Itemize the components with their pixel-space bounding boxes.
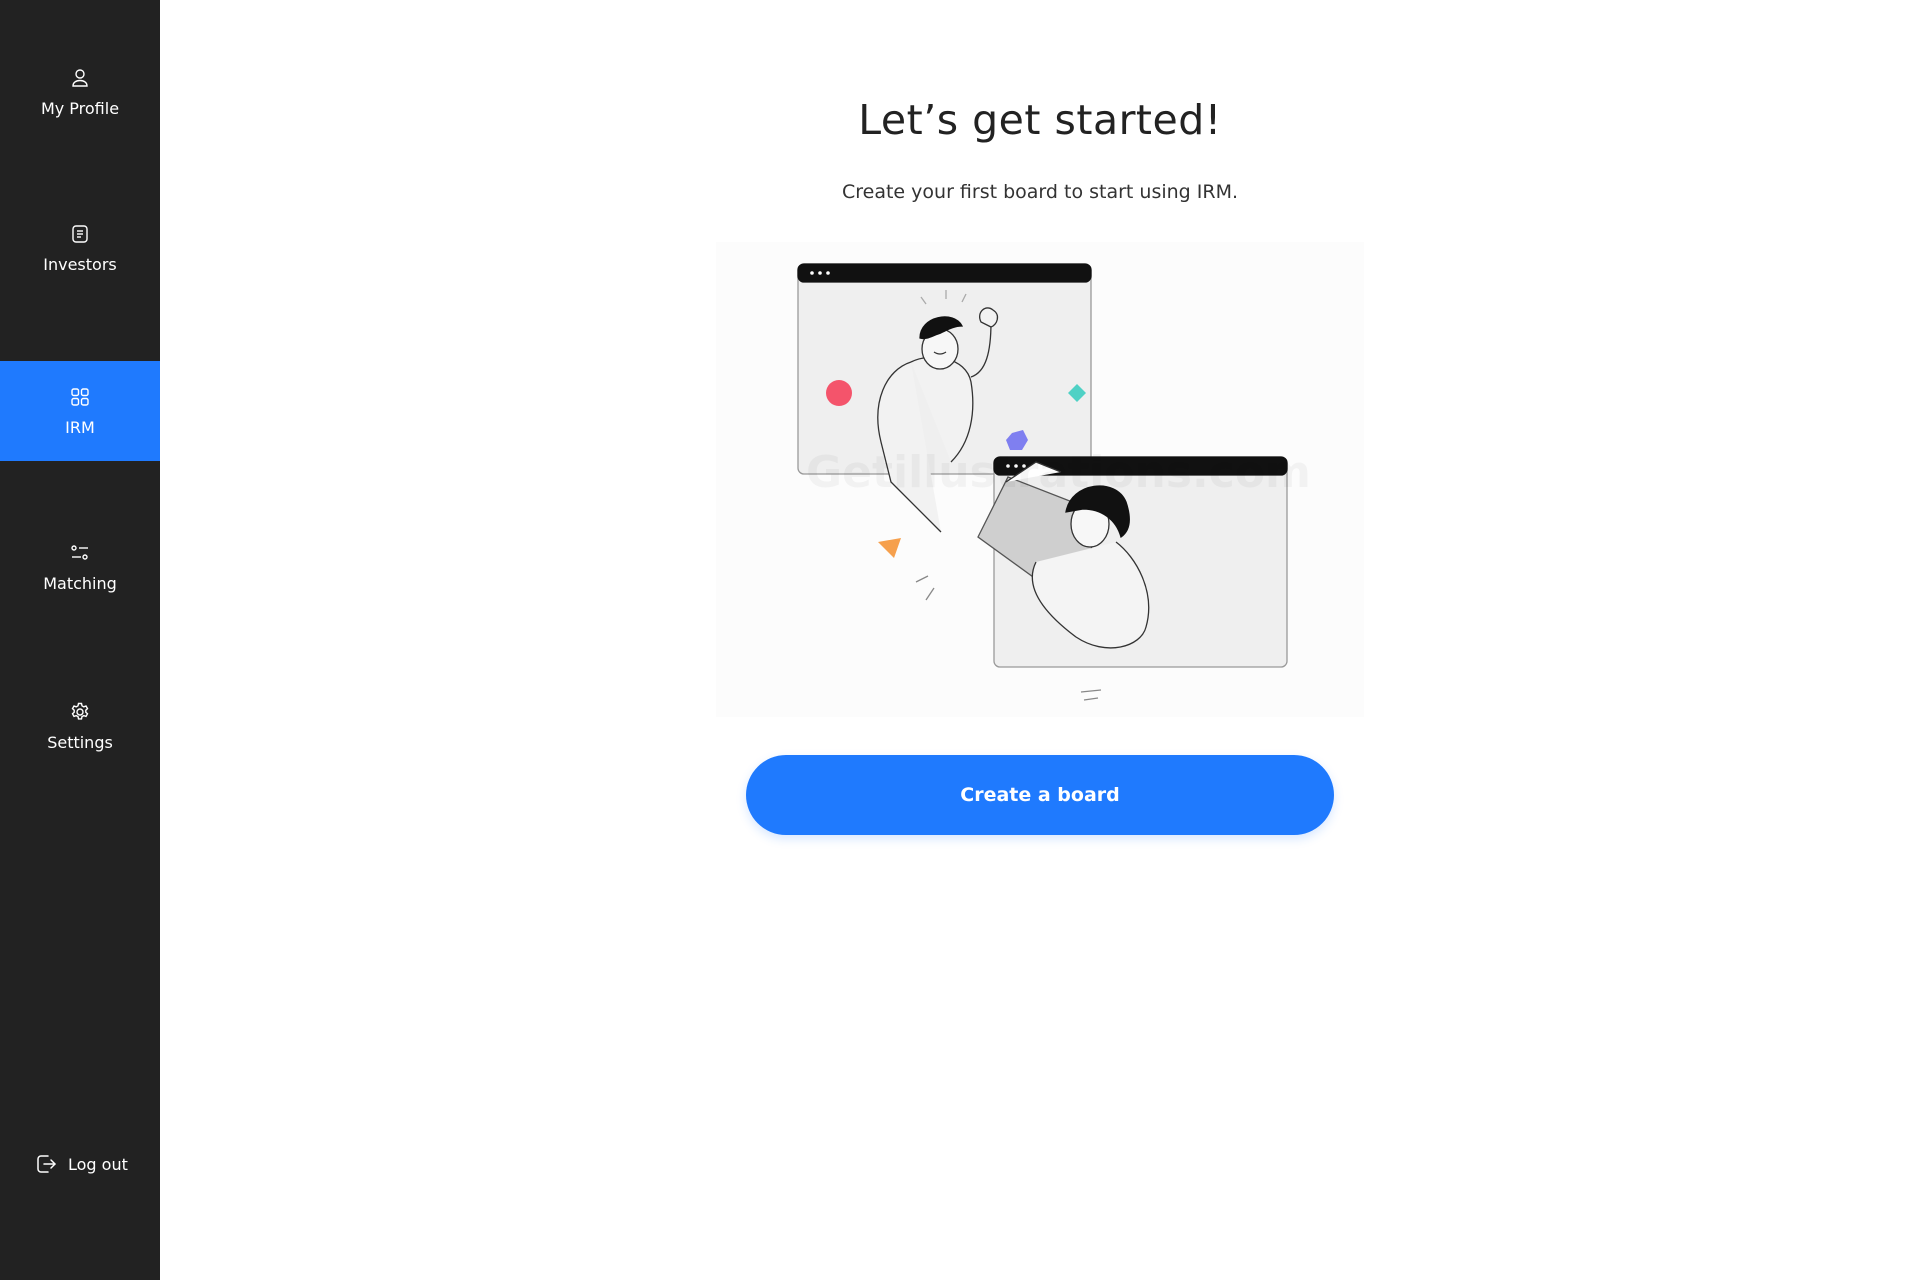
illustration-watermark: Getillustrations.com [806, 447, 1311, 498]
sidebar-item-label: My Profile [40, 98, 120, 118]
main-content: Let’s get started! Create your first boa… [160, 0, 1920, 1280]
create-board-button[interactable]: Create a board [746, 755, 1334, 835]
logout-icon [34, 1152, 58, 1176]
page-title: Let’s get started! [858, 96, 1222, 144]
sidebar-item-label: Investors [43, 254, 117, 274]
sidebar-item-settings[interactable]: Settings [0, 676, 160, 776]
logout-button[interactable]: Log out [34, 1152, 128, 1176]
gear-icon [69, 701, 91, 723]
app-window: My Profile Investors IRM Matching Settin… [0, 0, 1920, 1280]
logout-label: Log out [68, 1154, 128, 1174]
page-subtitle: Create your first board to start using I… [841, 181, 1238, 203]
sidebar-item-label: Settings [47, 732, 113, 752]
sidebar-item-matching[interactable]: Matching [0, 517, 160, 617]
sidebar: My Profile Investors IRM Matching Settin… [0, 0, 160, 1280]
sidebar-item-label: IRM [65, 417, 95, 437]
sidebar-item-label: Matching [43, 573, 117, 593]
document-icon [69, 223, 91, 245]
collaboration-illustration: Getillustrations.com [716, 242, 1364, 717]
sidebar-item-my-profile[interactable]: My Profile [0, 42, 160, 142]
sidebar-item-investors[interactable]: Investors [0, 198, 160, 298]
sidebar-item-irm[interactable]: IRM [0, 361, 160, 461]
filter-icon [69, 542, 91, 564]
grid-icon [69, 386, 91, 408]
user-icon [69, 67, 91, 89]
